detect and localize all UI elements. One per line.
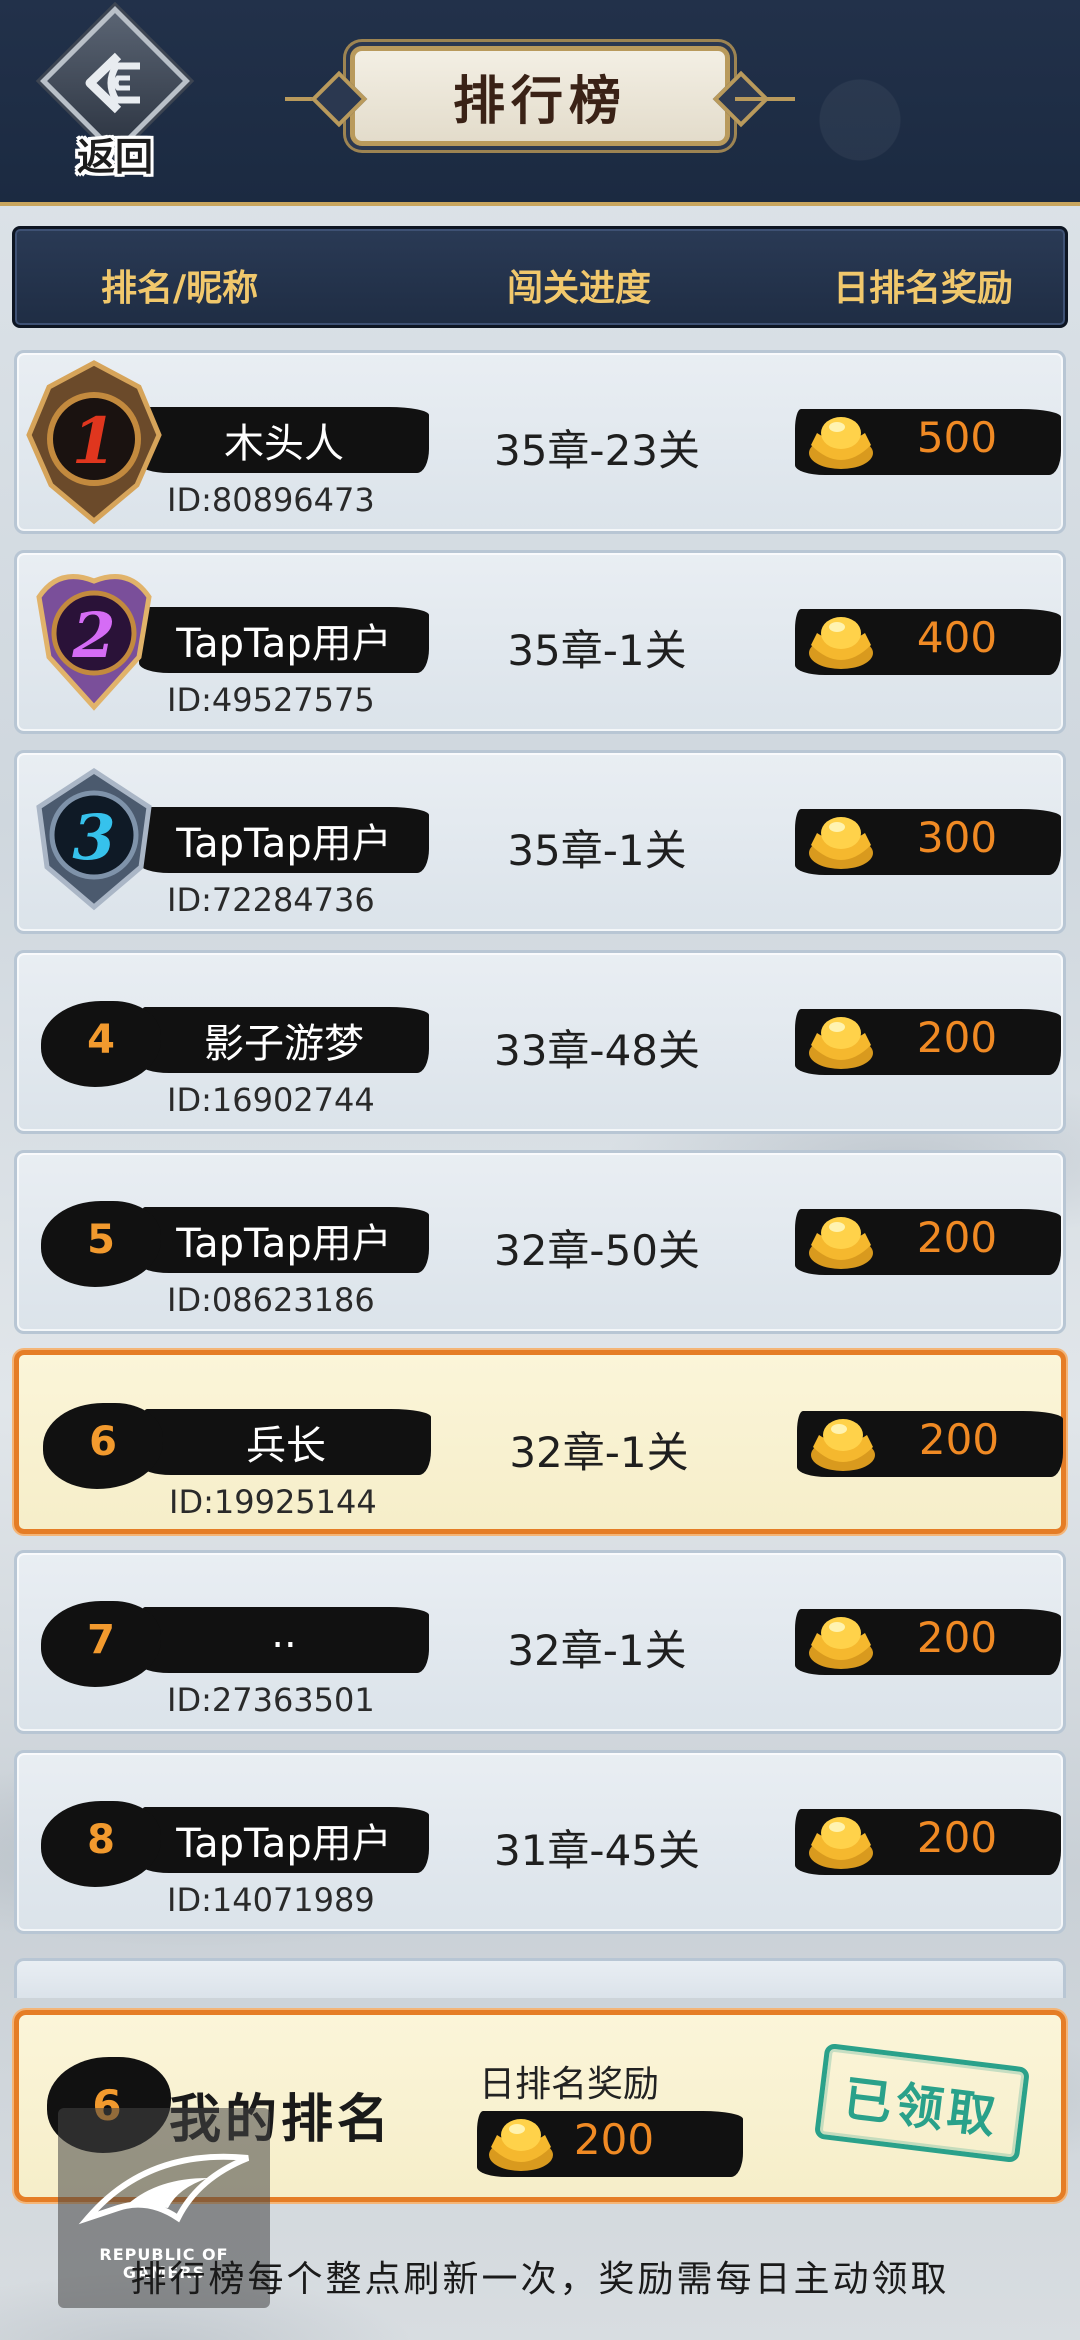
blue-medal-icon: 3 xyxy=(36,768,152,911)
page-title: 排行榜 xyxy=(452,70,627,132)
medal-rank-number: 2 xyxy=(71,599,115,672)
my-reward-amount: 200 xyxy=(573,2115,655,2164)
rank-number: 6 xyxy=(89,1419,117,1465)
player-name: 影子游梦 xyxy=(204,1021,364,1067)
medal-rank-number: 1 xyxy=(72,404,117,479)
ranking-row[interactable]: 7 .. ID:27363501 32章-1关 200 xyxy=(14,1550,1066,1734)
ranking-row[interactable]: TapTap用户 ID:72284736 35章-1关 300 3 xyxy=(14,750,1066,934)
column-reward: 日排名奖励 xyxy=(833,268,1014,309)
stage-progress: 33章-48关 xyxy=(493,1026,701,1075)
column-rank-name: 排名/昵称 xyxy=(101,268,259,309)
player-name: TapTap用户 xyxy=(176,1821,392,1867)
ranking-row-partial[interactable] xyxy=(14,1958,1066,1998)
reward-amount: 500 xyxy=(916,413,998,462)
back-button[interactable]: 返回 xyxy=(40,6,190,179)
reward-amount: 200 xyxy=(916,1813,998,1862)
gold-ingot-icon xyxy=(811,1419,875,1471)
gold-ingot-icon xyxy=(489,2119,553,2171)
rog-eye-logo-icon xyxy=(78,2153,250,2225)
gold-ingot-icon xyxy=(809,1017,873,1069)
medal-rank-number: 3 xyxy=(72,801,115,874)
claimed-stamp: 已领取 xyxy=(813,2042,1031,2164)
gold-ingot-icon xyxy=(809,417,873,469)
back-label: 返回 xyxy=(76,134,153,179)
reward-amount: 200 xyxy=(918,1415,1000,1464)
plaque-ornament-right xyxy=(712,70,770,128)
ranking-row[interactable]: 8 TapTap用户 ID:14071989 31章-45关 200 xyxy=(14,1750,1066,1934)
rank-number: 4 xyxy=(87,1017,115,1063)
title-plaque: 排行榜 xyxy=(285,46,795,146)
player-id: ID:16902744 xyxy=(167,1081,375,1119)
gold-ingot-icon xyxy=(809,1817,873,1869)
player-id: ID:72284736 xyxy=(167,881,375,919)
player-id: ID:08623186 xyxy=(167,1281,375,1319)
reward-amount: 200 xyxy=(916,1213,998,1262)
rank-number: 7 xyxy=(87,1617,115,1663)
ranking-row[interactable]: 木头人 ID:80896473 35章-23关 500 1 xyxy=(14,350,1066,534)
back-arrow-icon xyxy=(85,52,140,114)
player-name: TapTap用户 xyxy=(176,821,392,867)
player-name: .. xyxy=(271,1611,297,1657)
player-id: ID:19925144 xyxy=(169,1483,377,1521)
player-id: ID:14071989 xyxy=(167,1881,375,1919)
stage-progress: 31章-45关 xyxy=(493,1826,701,1875)
purple-medal-icon: 2 xyxy=(36,574,152,711)
stage-progress: 35章-1关 xyxy=(507,826,687,875)
stage-progress: 35章-1关 xyxy=(507,626,687,675)
player-id: ID:80896473 xyxy=(167,481,375,519)
column-progress: 闯关进度 xyxy=(507,268,652,309)
reward-amount: 400 xyxy=(916,613,998,662)
ranking-row[interactable]: TapTap用户 ID:49527575 35章-1关 400 2 xyxy=(14,550,1066,734)
stage-progress: 32章-1关 xyxy=(509,1428,689,1477)
player-name: TapTap用户 xyxy=(176,621,392,667)
ranking-row[interactable]: 5 TapTap用户 ID:08623186 32章-50关 200 xyxy=(14,1150,1066,1334)
ranking-row-current-player[interactable]: 6 兵长 ID:19925144 32章-1关 200 xyxy=(14,1350,1066,1534)
top-bar: 返回 排行榜 xyxy=(0,0,1080,206)
reward-amount: 200 xyxy=(916,1613,998,1662)
reward-amount: 200 xyxy=(916,1013,998,1062)
rank-number: 8 xyxy=(87,1817,115,1863)
my-reward-title: 日排名奖励 xyxy=(479,2064,660,2105)
rank-number: 5 xyxy=(87,1217,115,1263)
reward-amount: 300 xyxy=(916,813,998,862)
player-name: 木头人 xyxy=(224,421,344,467)
player-id: ID:27363501 xyxy=(167,1681,375,1719)
player-name: TapTap用户 xyxy=(176,1221,392,1267)
gold-medal-icon: 1 xyxy=(26,360,162,525)
player-name: 兵长 xyxy=(246,1423,326,1469)
player-id: ID:49527575 xyxy=(167,681,375,719)
gold-ingot-icon xyxy=(809,617,873,669)
claimed-status-text: 已领取 xyxy=(840,2070,1003,2146)
plaque-ornament-left xyxy=(310,70,368,128)
stage-progress: 35章-23关 xyxy=(493,426,701,475)
refresh-notice: 排行榜每个整点刷新一次，奖励需每日主动领取 xyxy=(130,2259,950,2300)
stage-progress: 32章-50关 xyxy=(493,1226,701,1275)
stage-progress: 32章-1关 xyxy=(507,1626,687,1675)
gold-ingot-icon xyxy=(809,817,873,869)
gold-ingot-icon xyxy=(809,1217,873,1269)
gold-ingot-icon xyxy=(809,1617,873,1669)
column-header-bar: 排名/昵称 闯关进度 日排名奖励 xyxy=(12,226,1068,328)
ranking-row[interactable]: 4 影子游梦 ID:16902744 33章-48关 200 xyxy=(14,950,1066,1134)
